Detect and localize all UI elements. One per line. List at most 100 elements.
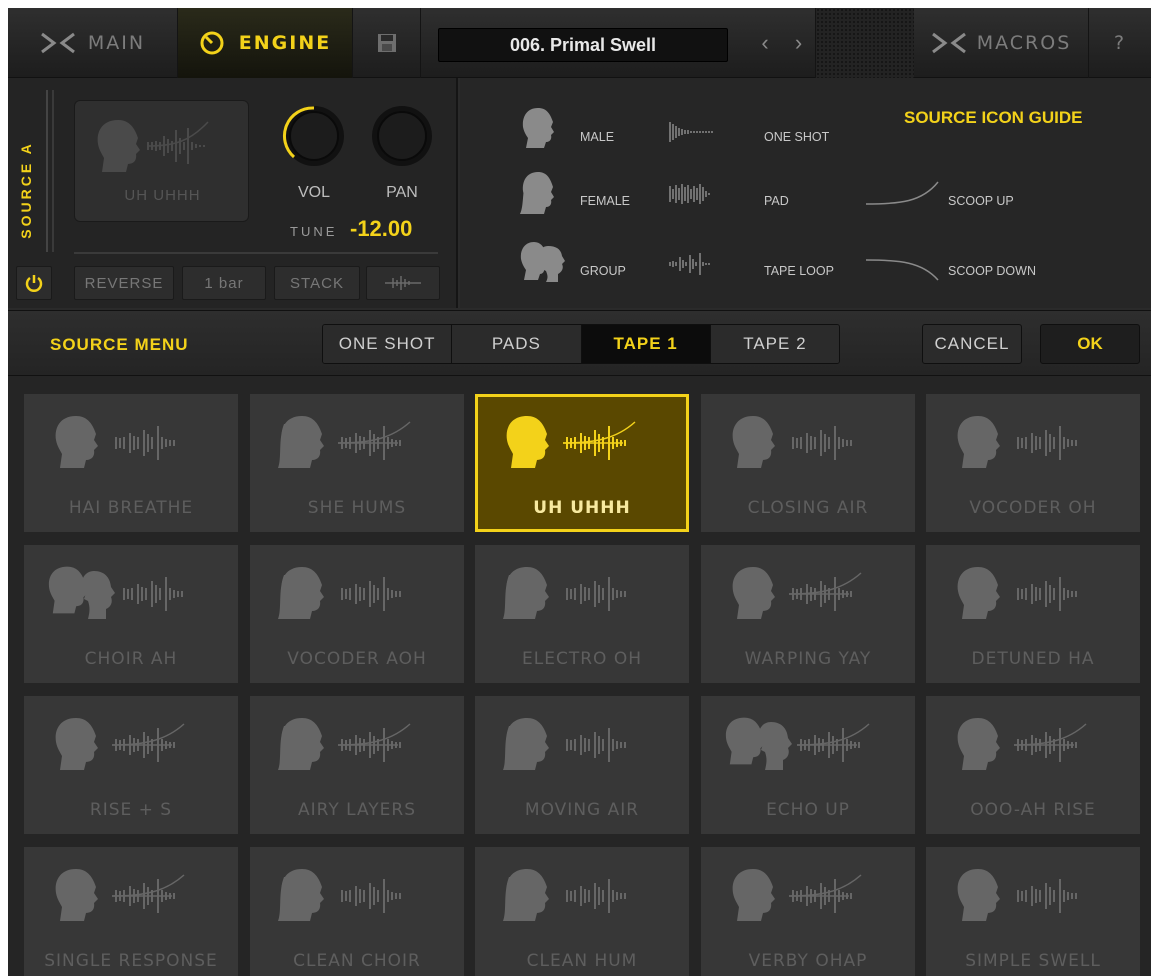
- sample-tile[interactable]: MOVING AIR: [475, 696, 689, 834]
- sample-tile[interactable]: UH UHHH: [475, 394, 689, 532]
- source-power-button[interactable]: [16, 266, 52, 300]
- tab-macros[interactable]: MACROS: [914, 8, 1089, 78]
- source-a-label: SOURCE A: [18, 141, 34, 239]
- sample-tile-name: AIRY LAYERS: [297, 800, 417, 820]
- sample-tile-name: CLEAN CHOIR: [293, 951, 421, 971]
- sample-grid: HAI BREATHE SHE HUMS UH UHHH CLOSING AIR VOC…: [8, 376, 1151, 976]
- volume-knob[interactable]: [282, 104, 346, 168]
- help-button[interactable]: ?: [1089, 8, 1151, 78]
- sample-tile-name: HAI BREATHE: [68, 498, 194, 518]
- sample-tile-name: DETUNED HA: [971, 649, 1095, 669]
- female-voice-scoop-icon: [278, 718, 411, 770]
- vol-label: VOL: [297, 184, 330, 201]
- next-preset-button[interactable]: ›: [782, 8, 816, 78]
- sample-tile[interactable]: RISE + S: [24, 696, 238, 834]
- sample-tile[interactable]: VERBY OHAP: [701, 847, 915, 976]
- tab-pads[interactable]: PADS: [452, 325, 582, 363]
- sample-tile-name: ELECTRO OH: [522, 649, 642, 669]
- top-nav-bar: MAIN ENGINE 006. Primal Swell ‹ › MACROS…: [8, 8, 1151, 78]
- tab-main[interactable]: MAIN: [8, 8, 178, 78]
- guide-one-shot-label: ONE SHOT: [764, 130, 830, 144]
- pan-knob[interactable]: [370, 104, 434, 168]
- sample-tile-name: SHE HUMS: [307, 498, 407, 518]
- sample-tile-name: VERBY OHAP: [748, 951, 868, 971]
- male-voice-scoop-icon: [957, 718, 1087, 770]
- male-voice-scoop-icon: [506, 416, 636, 468]
- sample-tile[interactable]: VOCODER AOH: [250, 545, 464, 683]
- cancel-button[interactable]: CANCEL: [922, 324, 1022, 364]
- save-button[interactable]: [353, 8, 421, 78]
- sample-tile[interactable]: SIMPLE SWELL: [926, 847, 1140, 976]
- sample-tile[interactable]: OOO-AH RISE: [926, 696, 1140, 834]
- sample-tile[interactable]: ECHO UP: [701, 696, 915, 834]
- tab-engine-label: ENGINE: [238, 32, 332, 54]
- power-icon: [25, 275, 43, 292]
- collapse-arrows-icon: [931, 32, 966, 54]
- sample-tile-name: SINGLE RESPONSE: [44, 951, 218, 971]
- group-voice-scoop-icon: [725, 717, 870, 770]
- loop-length-button[interactable]: 1 bar: [182, 266, 266, 300]
- sample-tile-name: SIMPLE SWELL: [965, 951, 1101, 971]
- pan-label: PAN: [386, 184, 418, 201]
- help-icon: ?: [1113, 32, 1127, 54]
- pad-wave-icon: [669, 184, 710, 204]
- sample-tile-name: CLOSING AIR: [747, 498, 869, 518]
- sample-tile[interactable]: DETUNED HA: [926, 545, 1140, 683]
- male-voice-scoop-icon: [732, 567, 862, 619]
- sample-tile-name: VOCODER AOH: [287, 649, 427, 669]
- speaker-grille: [816, 8, 914, 78]
- sample-tile-name: CHOIR AH: [84, 649, 178, 669]
- group-voice-tape-icon: [48, 566, 183, 619]
- tune-value[interactable]: -12.00: [350, 216, 412, 242]
- current-sample-tile[interactable]: UH UHHH: [74, 100, 249, 222]
- guide-group-label: GROUP: [580, 264, 626, 278]
- male-voice-icon: [522, 108, 554, 148]
- group-voice-icon: [520, 242, 565, 282]
- prev-preset-button[interactable]: ‹: [748, 8, 782, 78]
- ok-button[interactable]: OK: [1040, 324, 1140, 364]
- sample-tile[interactable]: SHE HUMS: [250, 394, 464, 532]
- preset-name-display[interactable]: 006. Primal Swell: [438, 28, 728, 62]
- female-voice-tape-icon: [278, 567, 401, 619]
- engine-knob-icon: [200, 31, 224, 55]
- current-sample-name: UH UHHH: [124, 187, 201, 204]
- female-voice-icon: [520, 172, 554, 214]
- female-voice-tape-icon: [503, 567, 626, 619]
- sample-tile[interactable]: VOCODER OH: [926, 394, 1140, 532]
- stack-button[interactable]: STACK: [274, 266, 360, 300]
- sample-tile[interactable]: CHOIR AH: [24, 545, 238, 683]
- sample-tile-name: MOVING AIR: [524, 800, 640, 820]
- sample-tile[interactable]: CLOSING AIR: [701, 394, 915, 532]
- tune-label: TUNE: [290, 224, 338, 239]
- guide-title: SOURCE ICON GUIDE: [904, 108, 1083, 127]
- sample-tile-name: UH UHHH: [533, 498, 631, 518]
- tab-tape-2[interactable]: TAPE 2: [710, 325, 839, 363]
- source-a-panel: SOURCE A UH UHHH VOL PAN TUNE -12.00 REV…: [8, 78, 458, 308]
- source-menu-label: SOURCE MENU: [50, 335, 189, 354]
- reverse-button[interactable]: REVERSE: [74, 266, 174, 300]
- divider: [74, 252, 438, 254]
- tab-engine[interactable]: ENGINE: [178, 8, 353, 78]
- scoop-up-curve-icon: [865, 181, 939, 205]
- female-voice-tape-icon: [503, 869, 626, 921]
- sample-tile[interactable]: ELECTRO OH: [475, 545, 689, 683]
- sample-tile-name: CLEAN HUM: [526, 951, 638, 971]
- source-menu-bar: SOURCE MENU ONE SHOT PADS TAPE 1 TAPE 2 …: [8, 310, 1151, 376]
- sample-tile[interactable]: CLEAN HUM: [475, 847, 689, 976]
- sample-tile[interactable]: AIRY LAYERS: [250, 696, 464, 834]
- guide-female-label: FEMALE: [580, 194, 631, 208]
- sample-tile-name: VOCODER OH: [969, 498, 1097, 518]
- female-voice-tape-icon: [503, 718, 626, 770]
- tab-tape-1[interactable]: TAPE 1: [581, 325, 711, 363]
- sample-tile[interactable]: WARPING YAY: [701, 545, 915, 683]
- sample-tile-name: WARPING YAY: [744, 649, 872, 669]
- sample-tile[interactable]: CLEAN CHOIR: [250, 847, 464, 976]
- sample-tile[interactable]: HAI BREATHE: [24, 394, 238, 532]
- sample-tile[interactable]: SINGLE RESPONSE: [24, 847, 238, 976]
- sample-tile-name: ECHO UP: [766, 800, 850, 820]
- tab-one-shot[interactable]: ONE SHOT: [323, 325, 453, 363]
- scoop-down-curve-icon: [865, 259, 939, 281]
- source-a-strip: SOURCE A: [16, 90, 54, 252]
- male-voice-tape-icon: [957, 869, 1077, 921]
- waveform-button[interactable]: [366, 266, 440, 300]
